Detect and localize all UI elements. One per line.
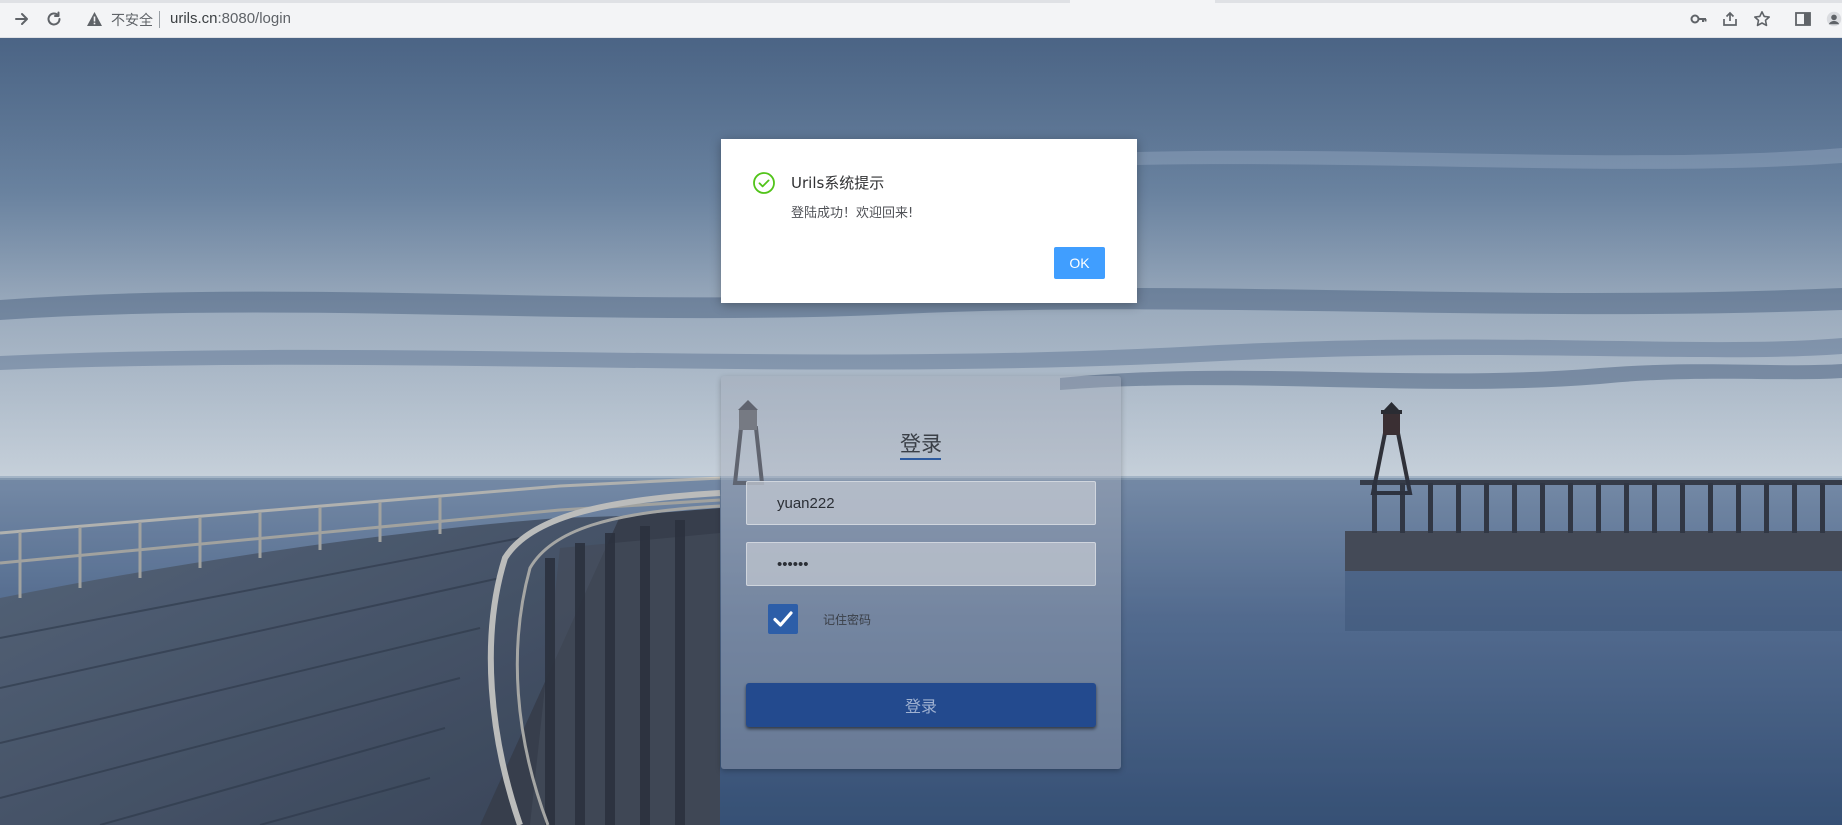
address-bar[interactable]: 不安全 urils.cn:8080/login: [78, 5, 1678, 33]
url-text[interactable]: urils.cn:8080/login: [170, 10, 291, 27]
tab-strip-edge: [0, 0, 1842, 3]
browser-toolbar: 不安全 urils.cn:8080/login: [0, 0, 1842, 38]
insecure-label[interactable]: 不安全: [111, 10, 153, 30]
url-path: :8080/login: [217, 10, 291, 27]
warning-icon[interactable]: [86, 11, 103, 27]
remember-password-checkbox[interactable]: [768, 604, 798, 634]
forward-icon[interactable]: [11, 8, 33, 30]
bookmark-star-icon[interactable]: [1752, 9, 1772, 29]
password-input[interactable]: [746, 542, 1096, 586]
login-submit-button[interactable]: 登录: [746, 683, 1096, 727]
url-host: urils.cn: [170, 10, 218, 27]
dialog-title: Urils系统提示: [791, 174, 885, 192]
remember-password-label: 记住密码: [823, 613, 872, 627]
checkmark-icon: [773, 611, 793, 627]
login-title-underline: [900, 458, 941, 460]
login-title: 登录: [900, 432, 942, 456]
dialog-message: 登陆成功！欢迎回来!: [791, 206, 914, 221]
side-panel-icon[interactable]: [1793, 9, 1813, 29]
profile-avatar-icon[interactable]: [1826, 9, 1842, 29]
alert-dialog: Urils系统提示 登陆成功！欢迎回来! OK: [721, 139, 1137, 303]
username-input[interactable]: [746, 481, 1096, 525]
share-icon[interactable]: [1720, 9, 1740, 29]
reload-icon[interactable]: [43, 8, 65, 30]
success-check-icon: [752, 171, 776, 195]
login-card: 登录 记住密码 登录: [721, 376, 1121, 769]
address-separator: [159, 11, 160, 28]
ok-button[interactable]: OK: [1054, 247, 1105, 279]
key-icon[interactable]: [1689, 9, 1709, 29]
